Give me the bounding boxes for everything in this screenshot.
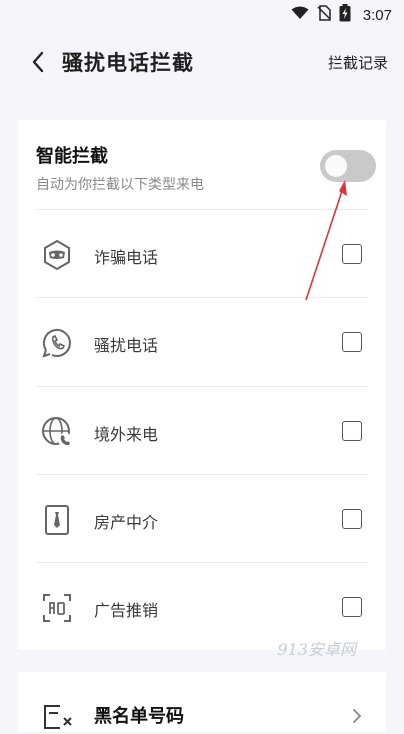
blocked-list-icon (44, 705, 72, 729)
category-row-fraud[interactable]: 诈骗电话 (18, 210, 386, 298)
category-checkbox[interactable] (342, 597, 362, 617)
blacklist-label: 黑名单号码 (94, 706, 184, 727)
watermark: 913安卓网 (277, 640, 356, 659)
smart-intercept-subtitle: 自动为你拦截以下类型来电 (36, 177, 204, 193)
category-label: 广告推销 (94, 601, 159, 620)
globe-phone-icon (42, 417, 72, 447)
category-row-overseas[interactable]: 境外来电 (18, 387, 386, 475)
category-checkbox[interactable] (342, 332, 362, 352)
intercept-settings-card: 智能拦截 自动为你拦截以下类型来电 诈骗电话 骚扰电话 境外来电 房产中介 广告… (18, 120, 386, 650)
fraud-mask-icon (44, 239, 70, 271)
category-label: 诈骗电话 (94, 248, 159, 267)
category-row-harass[interactable]: 骚扰电话 (18, 298, 386, 386)
category-label: 骚扰电话 (94, 336, 159, 355)
smart-intercept-section: 智能拦截 自动为你拦截以下类型来电 (36, 142, 376, 208)
clock: 3:07 (362, 6, 392, 24)
phone-circle-icon (42, 329, 71, 358)
chevron-left-icon (32, 51, 44, 73)
back-button[interactable] (26, 50, 50, 74)
battery-icon (339, 4, 351, 26)
tie-card-icon (45, 505, 69, 535)
category-label: 房产中介 (94, 513, 159, 532)
ad-frame-icon (43, 594, 71, 622)
category-checkbox[interactable] (342, 421, 362, 441)
smart-intercept-toggle[interactable] (320, 150, 376, 182)
category-row-real-estate[interactable]: 房产中介 (18, 475, 386, 563)
chevron-right-icon (353, 709, 362, 723)
app-header: 骚扰电话拦截 拦截记录 (0, 40, 404, 84)
intercept-records-link[interactable]: 拦截记录 (328, 52, 388, 73)
page-title: 骚扰电话拦截 (62, 51, 194, 75)
category-label: 境外来电 (94, 425, 159, 444)
category-checkbox[interactable] (342, 509, 362, 529)
wifi-icon (291, 6, 309, 24)
category-checkbox[interactable] (342, 244, 362, 264)
smart-intercept-title: 智能拦截 (36, 146, 108, 167)
blacklist-card[interactable]: 黑名单号码 (18, 672, 386, 732)
no-sim-icon (317, 5, 331, 25)
status-bar: 3:07 (0, 0, 404, 30)
toggle-knob (325, 155, 347, 177)
